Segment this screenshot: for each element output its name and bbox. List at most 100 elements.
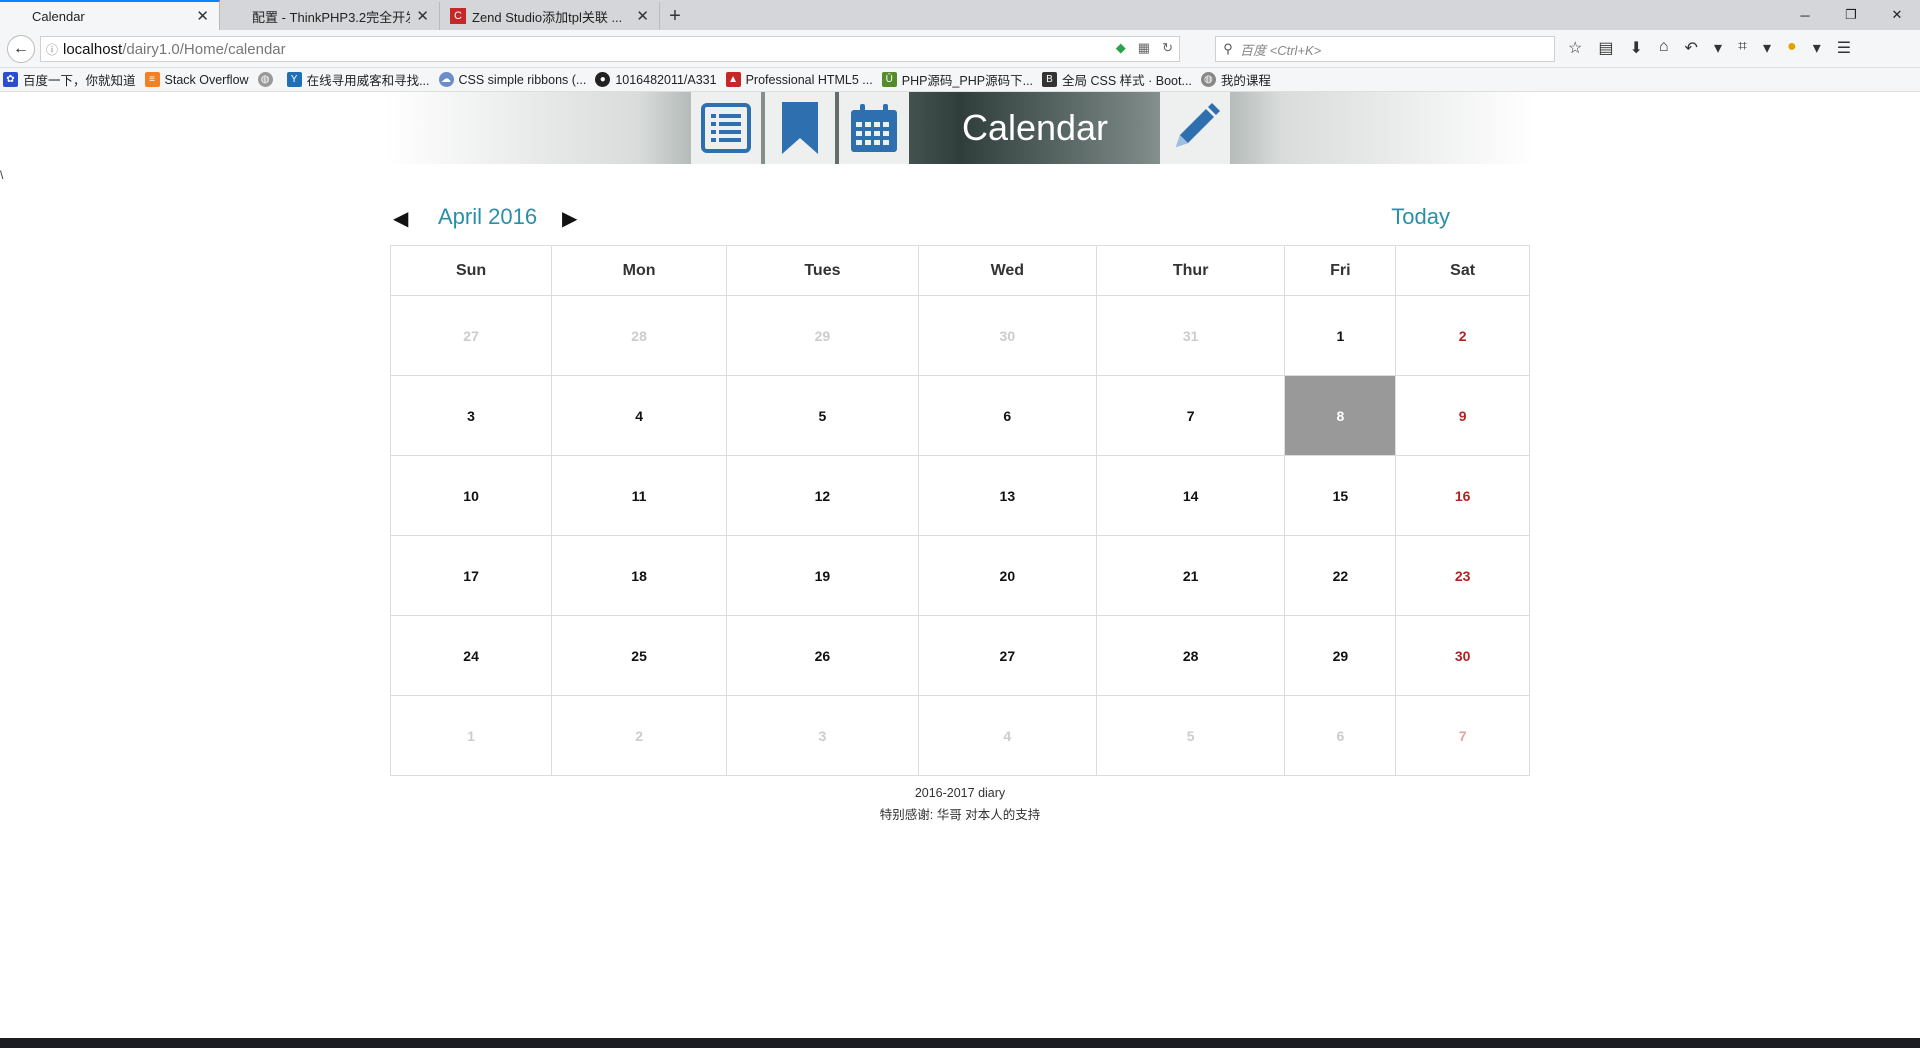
day-cell[interactable]: 6 <box>1284 695 1397 776</box>
day-cell[interactable]: 3 <box>726 695 919 776</box>
star-icon[interactable]: ☆ <box>1568 38 1582 58</box>
day-cell[interactable]: 2 <box>1395 295 1530 376</box>
weekday-mon: Mon <box>551 245 728 296</box>
calendar-header: ◀ April 2016 ▶ Today <box>390 200 1450 240</box>
day-cell[interactable]: 19 <box>726 535 919 616</box>
nav-list[interactable] <box>691 92 761 164</box>
day-cell[interactable]: 23 <box>1395 535 1530 616</box>
day-cell[interactable]: 24 <box>389 615 553 696</box>
back-button[interactable]: ← <box>7 34 35 63</box>
bookmark-bootstrap[interactable]: B 全局 CSS 样式 · Boot... <box>1039 70 1198 89</box>
day-cell[interactable]: 12 <box>726 455 919 536</box>
day-cell[interactable]: 28 <box>551 295 728 376</box>
day-cell[interactable]: 27 <box>917 615 1097 696</box>
week-row: 1 2 3 4 5 6 7 <box>389 695 1530 776</box>
bookmark-weike[interactable]: Y 在线寻用威客和寻找... <box>284 70 436 89</box>
extension-icon[interactable]: ● <box>1787 38 1797 58</box>
week-row: 24 25 26 27 28 29 30 <box>389 615 1530 696</box>
day-cell[interactable]: 21 <box>1095 535 1286 616</box>
bookmark-github[interactable]: ● 1016482011/A331 <box>592 72 722 87</box>
day-cell[interactable]: 11 <box>551 455 728 536</box>
triangle-icon: ▲ <box>725 72 741 87</box>
bookmark-html5[interactable]: ▲ Professional HTML5 ... <box>723 72 879 87</box>
info-icon[interactable]: ⓘ <box>41 41 63 58</box>
next-month-button[interactable]: ▶ <box>562 206 577 231</box>
day-cell[interactable]: 1 <box>389 695 553 776</box>
prev-month-button[interactable]: ◀ <box>393 206 408 231</box>
tab-calendar[interactable]: Calendar ✕ <box>0 0 220 30</box>
day-cell[interactable]: 10 <box>389 455 553 536</box>
nav-bookmark[interactable] <box>765 92 835 164</box>
day-cell[interactable]: 2 <box>551 695 728 776</box>
minimize-button[interactable]: ─ <box>1782 0 1828 30</box>
day-cell[interactable]: 22 <box>1284 535 1397 616</box>
day-cell[interactable]: 15 <box>1284 455 1397 536</box>
new-tab-button[interactable]: + <box>660 2 690 30</box>
undo-icon[interactable]: ↶ <box>1685 38 1698 58</box>
day-cell[interactable]: 17 <box>389 535 553 616</box>
chevron-down-icon[interactable]: ▾ <box>1763 38 1771 58</box>
close-window-button[interactable]: ✕ <box>1874 0 1920 30</box>
search-input[interactable]: ⚲ 百度 <Ctrl+K> <box>1215 36 1555 62</box>
pencil-icon <box>1176 103 1220 147</box>
day-cell[interactable]: 16 <box>1395 455 1530 536</box>
bookmark-icon <box>782 102 818 154</box>
bookmark-label: PHP源码_PHP源码下... <box>901 74 1034 88</box>
reading-list-icon[interactable]: ▤ <box>1598 38 1613 58</box>
day-cell-selected[interactable]: 8 <box>1284 375 1397 456</box>
bookmark-css-ribbons[interactable]: ☁ CSS simple ribbons (... <box>436 72 593 87</box>
day-cell[interactable]: 29 <box>1284 615 1397 696</box>
reload-icon[interactable]: ↻ <box>1162 40 1173 56</box>
qr-code-icon[interactable]: ▦ <box>1138 40 1150 56</box>
day-cell[interactable]: 18 <box>551 535 728 616</box>
day-cell[interactable]: 27 <box>389 295 553 376</box>
day-cell[interactable]: 4 <box>551 375 728 456</box>
nav-calendar[interactable] <box>839 92 909 164</box>
day-cell[interactable]: 31 <box>1095 295 1286 376</box>
day-cell[interactable]: 1 <box>1284 295 1397 376</box>
bookmark-baidu[interactable]: ✿ 百度一下，你就知道 <box>0 70 142 89</box>
home-icon[interactable]: ⌂ <box>1659 38 1669 58</box>
url-path: /dairy1.0/Home/calendar <box>122 40 286 58</box>
day-cell[interactable]: 9 <box>1395 375 1530 456</box>
github-icon: ● <box>595 72 611 87</box>
day-cell[interactable]: 6 <box>917 375 1097 456</box>
bookmark-courses[interactable]: ◍ 我的课程 <box>1198 70 1277 89</box>
crop-icon[interactable]: ⌗ <box>1738 38 1747 58</box>
close-icon[interactable]: ✕ <box>196 7 209 25</box>
tab-zend[interactable]: C Zend Studio添加tpl关联 ... ✕ <box>440 2 660 30</box>
day-cell[interactable]: 5 <box>1095 695 1286 776</box>
day-cell[interactable]: 28 <box>1095 615 1286 696</box>
nav-edit[interactable] <box>1160 92 1230 164</box>
bookmark-php[interactable]: Ū PHP源码_PHP源码下... <box>879 70 1039 89</box>
day-cell[interactable]: 7 <box>1095 375 1286 456</box>
close-icon[interactable]: ✕ <box>416 7 429 25</box>
tab-title: 配置 - ThinkPHP3.2完全开发... <box>252 9 410 25</box>
url-bar[interactable]: ⓘ localhost /dairy1.0/Home/calendar ◆ ▦ … <box>40 36 1180 62</box>
day-cell[interactable]: 3 <box>389 375 553 456</box>
chevron-down-icon[interactable]: ▾ <box>1813 38 1821 58</box>
day-cell[interactable]: 25 <box>551 615 728 696</box>
day-cell[interactable]: 26 <box>726 615 919 696</box>
close-icon[interactable]: ✕ <box>636 7 649 25</box>
day-cell[interactable]: 5 <box>726 375 919 456</box>
week-row: 27 28 29 30 31 1 2 <box>389 295 1530 376</box>
bookmark-stackoverflow[interactable]: ≡ Stack Overflow <box>142 72 255 87</box>
chevron-down-icon[interactable]: ▾ <box>1714 38 1722 58</box>
download-icon[interactable]: ⬇ <box>1629 38 1642 58</box>
shield-icon[interactable]: ◆ <box>1116 40 1126 56</box>
day-cell[interactable]: 30 <box>917 295 1097 376</box>
day-cell[interactable]: 13 <box>917 455 1097 536</box>
day-cell[interactable]: 29 <box>726 295 919 376</box>
today-button[interactable]: Today <box>1391 204 1450 230</box>
day-cell[interactable]: 7 <box>1395 695 1530 776</box>
day-cell[interactable]: 4 <box>917 695 1097 776</box>
day-cell[interactable]: 30 <box>1395 615 1530 696</box>
page-icon <box>230 8 246 24</box>
menu-icon[interactable]: ☰ <box>1837 38 1851 58</box>
day-cell[interactable]: 14 <box>1095 455 1286 536</box>
tab-thinkphp[interactable]: 配置 - ThinkPHP3.2完全开发... ✕ <box>220 2 440 30</box>
bookmark-globe[interactable]: ◍ <box>255 72 284 87</box>
restore-button[interactable]: ❐ <box>1828 0 1874 30</box>
day-cell[interactable]: 20 <box>917 535 1097 616</box>
